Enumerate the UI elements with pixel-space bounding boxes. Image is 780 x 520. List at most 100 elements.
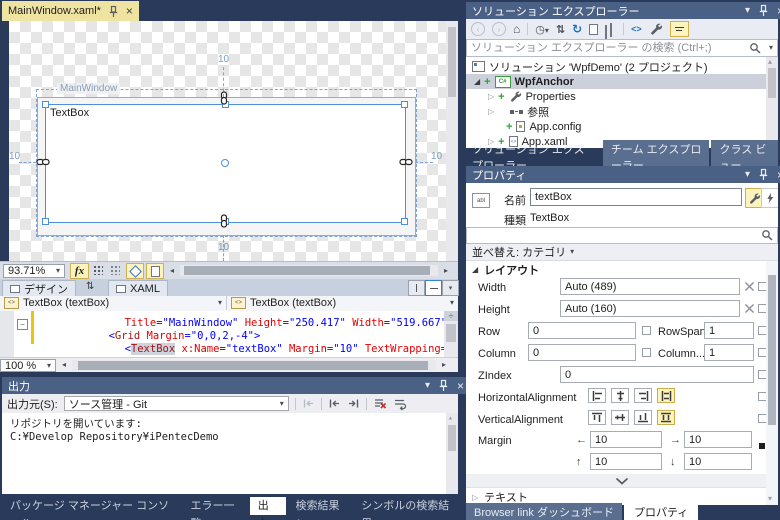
editor-hscroll-left-arrow[interactable]: ◂: [62, 361, 66, 369]
designer-vertical-scrollbar[interactable]: [446, 21, 458, 261]
tree-item-properties[interactable]: ▷ + Properties: [466, 89, 778, 104]
breadcrumb-right[interactable]: <> TextBox (textBox) ▾: [227, 296, 458, 310]
tab-find-results-1[interactable]: 検索結果 1: [288, 497, 352, 515]
designer-hscroll-left-arrow[interactable]: ◂: [170, 267, 174, 275]
zindex-input[interactable]: [560, 366, 754, 383]
tab-output[interactable]: 出力: [250, 497, 286, 515]
handle-bottom-right[interactable]: [401, 218, 408, 225]
designer-hscroll-right-arrow[interactable]: ▸: [444, 267, 448, 275]
split-horizontal-button[interactable]: [425, 280, 442, 296]
expander-collapsed-icon[interactable]: ▷: [472, 493, 478, 502]
solution-search-box[interactable]: ▾: [466, 39, 778, 57]
valign-top-button[interactable]: [588, 410, 606, 425]
tab-package-manager-console[interactable]: パッケージ マネージャー コンソール: [2, 497, 180, 515]
output-vscroll-thumb[interactable]: [448, 425, 456, 451]
properties-pages-icon[interactable]: [589, 24, 598, 35]
handle-bottom-left[interactable]: [42, 218, 49, 225]
scroll-down-arrow[interactable]: ▾: [768, 494, 772, 503]
pin-icon[interactable]: [107, 5, 120, 18]
tab-error-list[interactable]: エラー一覧: [182, 497, 247, 515]
pin-icon[interactable]: [757, 4, 770, 17]
close-icon[interactable]: ×: [457, 380, 464, 392]
margin-bottom-input[interactable]: [684, 453, 752, 470]
property-marker[interactable]: [642, 326, 651, 335]
solution-tree-scrollbar[interactable]: ▴ ▾: [766, 57, 778, 148]
split-vertical-button[interactable]: [408, 280, 425, 296]
scroll-up-arrow[interactable]: ▴: [768, 57, 772, 66]
effects-fx-button[interactable]: fx: [70, 263, 89, 279]
chevron-down-icon[interactable]: ▾: [769, 44, 773, 52]
output-vertical-scrollbar[interactable]: ▴: [446, 413, 458, 494]
property-marker[interactable]: [642, 348, 651, 357]
snaplines-toggle-icon[interactable]: [126, 263, 144, 279]
designer-horizontal-scrollbar[interactable]: [180, 265, 438, 276]
previous-message-icon[interactable]: [328, 397, 341, 410]
design-surface[interactable]: MainWindow TextBox 10 10 10 10: [9, 21, 446, 261]
halign-left-button[interactable]: [588, 388, 606, 403]
events-bolt-button[interactable]: [761, 188, 778, 208]
output-content[interactable]: リポジトリを開いています: C:¥Develop Repository¥iPen…: [2, 413, 458, 494]
valign-bottom-button[interactable]: [634, 410, 652, 425]
artboard-bg-toggle-icon[interactable]: [146, 263, 164, 279]
margin-left-input[interactable]: [590, 431, 662, 448]
property-search-input[interactable]: [466, 227, 778, 244]
tab-browser-link-dashboard[interactable]: Browser link ダッシュボード: [466, 503, 622, 520]
preview-selected-icon[interactable]: [605, 24, 616, 35]
tree-item-project-wpfanchor[interactable]: ◢ + C# WpfAnchor: [466, 74, 778, 89]
code-viewport[interactable]: − Title="MainWindow" Height="250.417" Wi…: [0, 311, 444, 357]
refresh-icon[interactable]: ↻: [572, 22, 582, 36]
margin-anchor-top-icon[interactable]: [220, 91, 228, 105]
search-icon[interactable]: [761, 229, 774, 242]
window-menu-icon[interactable]: ▾: [745, 170, 750, 180]
splitter-grip-icon[interactable]: ÷: [444, 311, 458, 321]
scroll-up-arrow[interactable]: ▴: [448, 413, 453, 422]
row-input[interactable]: [528, 322, 636, 339]
breadcrumb-left[interactable]: <> TextBox (textBox) ▾: [0, 296, 227, 310]
designer-hscroll-thumb[interactable]: [184, 266, 430, 275]
rowspan-input[interactable]: [704, 322, 754, 339]
valign-stretch-button[interactable]: [657, 410, 675, 425]
properties-scrollbar[interactable]: ▾: [766, 261, 778, 505]
document-tab-mainwindow[interactable]: MainWindow.xaml* ×: [2, 1, 139, 21]
solution-search-input[interactable]: [466, 39, 778, 57]
tab-symbol-results[interactable]: シンボルの検索結果: [353, 497, 458, 515]
close-icon[interactable]: ×: [126, 4, 133, 18]
tab-xaml[interactable]: XAML: [108, 280, 168, 297]
column-input[interactable]: [528, 344, 636, 361]
width-input[interactable]: [560, 278, 740, 295]
goto-message-icon[interactable]: [302, 397, 315, 410]
clear-all-icon[interactable]: [373, 397, 387, 410]
search-icon[interactable]: [749, 42, 762, 55]
collapse-all-icon[interactable]: [670, 21, 689, 37]
halign-right-button[interactable]: [634, 388, 652, 403]
chevron-expand-icon[interactable]: [615, 477, 629, 485]
height-input[interactable]: [560, 300, 740, 317]
halign-stretch-button[interactable]: [657, 388, 675, 403]
handle-top-right[interactable]: [401, 101, 408, 108]
editor-horizontal-scrollbar[interactable]: [72, 360, 436, 371]
handle-top-left[interactable]: [42, 101, 49, 108]
window-menu-icon[interactable]: ▾: [745, 6, 750, 16]
back-icon[interactable]: ‹: [471, 22, 485, 36]
output-titlebar[interactable]: 出力 ▾ ×: [2, 377, 470, 394]
expander-expanded-icon[interactable]: ◢: [474, 77, 480, 86]
tree-item-appconfig[interactable]: + App.config: [466, 119, 778, 134]
swap-panes-icon[interactable]: ⇅: [86, 281, 94, 292]
editor-vscroll-thumb[interactable]: [446, 324, 456, 342]
fold-collapse-icon[interactable]: −: [17, 319, 28, 330]
margin-anchor-right-icon[interactable]: [399, 158, 413, 166]
margin-anchor-bottom-icon[interactable]: [220, 214, 228, 228]
pin-icon[interactable]: [757, 168, 770, 181]
expander-expanded-icon[interactable]: ◢: [472, 265, 478, 274]
margin-marker[interactable]: [759, 443, 765, 449]
center-anchor-icon[interactable]: [221, 159, 229, 167]
window-menu-icon[interactable]: ▾: [425, 381, 430, 391]
reset-size-icon[interactable]: [743, 302, 756, 315]
margin-right-input[interactable]: [684, 431, 752, 448]
show-grid-icon[interactable]: [92, 264, 103, 275]
editor-hscroll-thumb[interactable]: [78, 361, 428, 370]
solution-explorer-titlebar[interactable]: ソリューション エクスプローラー ▾ ×: [466, 2, 780, 19]
properties-titlebar[interactable]: プロパティ ▾ ×: [466, 166, 780, 183]
editor-hscroll-right-arrow[interactable]: ▸: [442, 361, 446, 369]
valign-center-button[interactable]: [611, 410, 629, 425]
